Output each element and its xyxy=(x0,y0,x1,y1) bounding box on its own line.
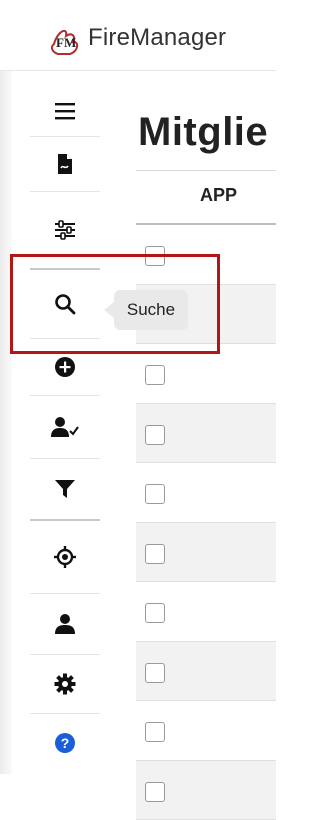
user-icon xyxy=(55,613,75,635)
row-checkbox[interactable] xyxy=(145,663,165,683)
column-header-app: APP xyxy=(200,185,237,206)
plus-circle-icon xyxy=(54,356,76,378)
gear-icon xyxy=(54,673,76,695)
hamburger-menu-icon xyxy=(54,102,76,120)
table-row xyxy=(136,404,276,464)
page-title: Mitglie xyxy=(138,110,268,155)
row-checkbox[interactable] xyxy=(145,722,165,742)
user-check-button[interactable] xyxy=(30,396,100,459)
row-checkbox[interactable] xyxy=(145,484,165,504)
menu-toggle-button[interactable] xyxy=(30,86,100,137)
firemanager-logo: FM xyxy=(48,24,82,58)
pdf-button[interactable] xyxy=(30,137,100,192)
help-button[interactable]: ? xyxy=(30,714,100,772)
row-checkbox[interactable] xyxy=(145,544,165,564)
sliders-icon xyxy=(54,220,76,240)
filter-icon xyxy=(54,479,76,499)
row-checkbox[interactable] xyxy=(145,365,165,385)
crosshair-icon xyxy=(53,545,77,569)
table-header: APP xyxy=(136,170,276,225)
profile-button[interactable] xyxy=(30,594,100,655)
table-row xyxy=(136,761,276,820)
row-checkbox[interactable] xyxy=(145,603,165,623)
row-checkbox[interactable] xyxy=(145,782,165,802)
top-bar: FM FireManager xyxy=(0,0,276,71)
settings-button[interactable] xyxy=(30,655,100,714)
table-row xyxy=(136,701,276,761)
table-row xyxy=(136,463,276,523)
table-row xyxy=(136,523,276,583)
main-content: Mitglie APP xyxy=(100,80,276,774)
svg-text:?: ? xyxy=(61,735,70,751)
filter-button[interactable] xyxy=(30,459,100,521)
table-row xyxy=(136,582,276,642)
left-panel-shadow xyxy=(0,0,12,774)
row-checkbox[interactable] xyxy=(145,425,165,445)
user-check-icon xyxy=(51,416,79,438)
logo-letters: FM xyxy=(56,35,76,50)
app-title: FireManager xyxy=(88,24,226,52)
table-row xyxy=(136,642,276,702)
pdf-file-icon xyxy=(56,153,74,175)
sidebar: ? xyxy=(30,80,101,774)
locate-button[interactable] xyxy=(30,521,100,594)
search-highlight-frame xyxy=(10,254,220,354)
help-circle-icon: ? xyxy=(54,732,76,754)
